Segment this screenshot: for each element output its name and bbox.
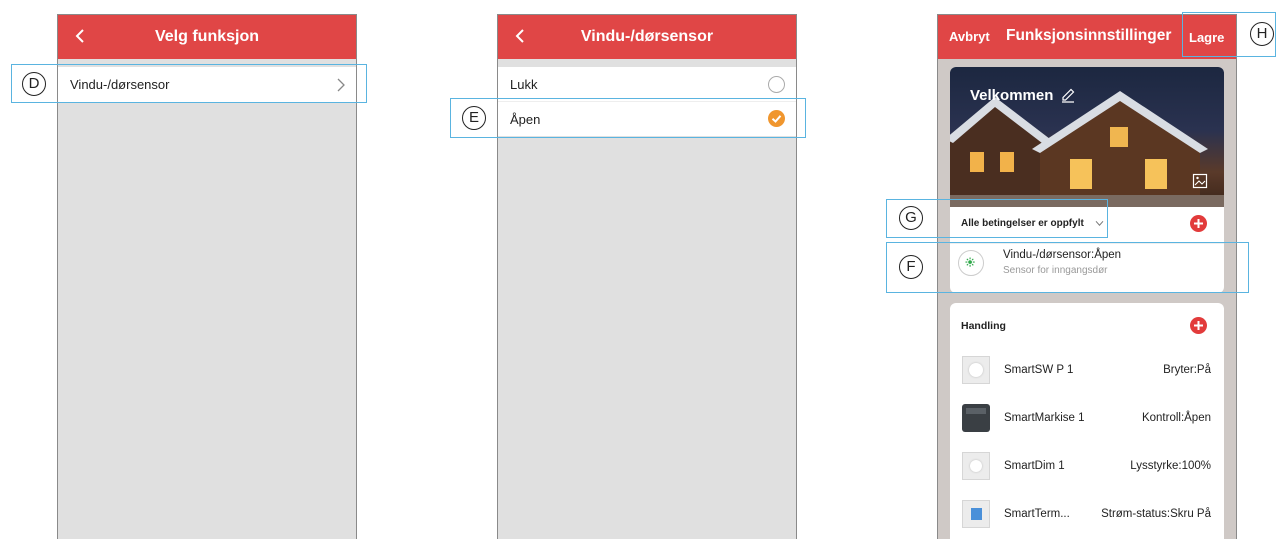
action-device-value: Kontroll:Åpen	[1141, 412, 1211, 424]
action-item[interactable]: SmartTerm... Strøm-status:Skru På	[950, 491, 1224, 539]
add-condition-button[interactable]	[1190, 215, 1207, 232]
action-device-name: SmartDim 1	[1004, 460, 1065, 472]
callout-letter-e: E	[462, 106, 486, 130]
callout-letter-g: G	[899, 206, 923, 230]
action-item[interactable]: SmartMarkise 1 Kontroll:Åpen	[950, 395, 1224, 443]
radio-unselected-icon[interactable]	[768, 76, 785, 93]
header-bar: Vindu-/dørsensor	[498, 15, 796, 59]
actions-heading: Handling	[961, 320, 1006, 332]
callout-e-box	[450, 98, 806, 138]
action-device-name: SmartTerm...	[1004, 508, 1070, 520]
callout-f-box	[886, 242, 1249, 293]
page-title: Velg funksjon	[154, 28, 259, 45]
callout-letter-h: H	[1250, 22, 1274, 46]
plus-icon	[1194, 219, 1203, 228]
header-bar: Velg funksjon	[58, 15, 356, 59]
plus-icon	[1194, 321, 1203, 330]
callout-d-box	[11, 64, 367, 103]
callout-letter-f: F	[899, 255, 923, 279]
callout-letter-d: D	[22, 72, 46, 96]
dimmer-device-icon	[962, 452, 990, 480]
image-picker-icon[interactable]	[1192, 173, 1208, 189]
edit-pencil-icon[interactable]	[1060, 87, 1076, 103]
add-action-button[interactable]	[1190, 317, 1207, 334]
cancel-button[interactable]: Avbryt	[949, 29, 990, 44]
action-device-name: SmartSW P 1	[1004, 364, 1074, 376]
action-device-value: Lysstyrke:100%	[1130, 460, 1211, 472]
page-title: Funksjonsinnstillinger	[1006, 27, 1172, 44]
awning-controller-icon	[962, 404, 990, 432]
banner-image[interactable]: Velkommen	[950, 67, 1224, 207]
switch-device-icon	[962, 356, 990, 384]
banner-title: Velkommen	[970, 87, 1054, 104]
action-device-name: SmartMarkise 1	[1004, 412, 1085, 424]
screen-sensor-state: Vindu-/dørsensor Lukk Åpen	[497, 14, 797, 539]
option-lukk[interactable]: Lukk	[498, 67, 796, 102]
action-item[interactable]: SmartSW P 1 Bryter:På	[950, 347, 1224, 395]
thermostat-device-icon	[962, 500, 990, 528]
page-title: Vindu-/dørsensor	[580, 28, 714, 45]
option-label: Lukk	[510, 77, 538, 92]
action-item[interactable]: SmartDim 1 Lysstyrke:100%	[950, 443, 1224, 491]
action-device-value: Strøm-status:Skru På	[1101, 508, 1211, 520]
action-device-value: Bryter:På	[1163, 364, 1211, 376]
actions-card: Handling SmartSW P 1 Bryter:På SmartMark…	[950, 303, 1224, 539]
